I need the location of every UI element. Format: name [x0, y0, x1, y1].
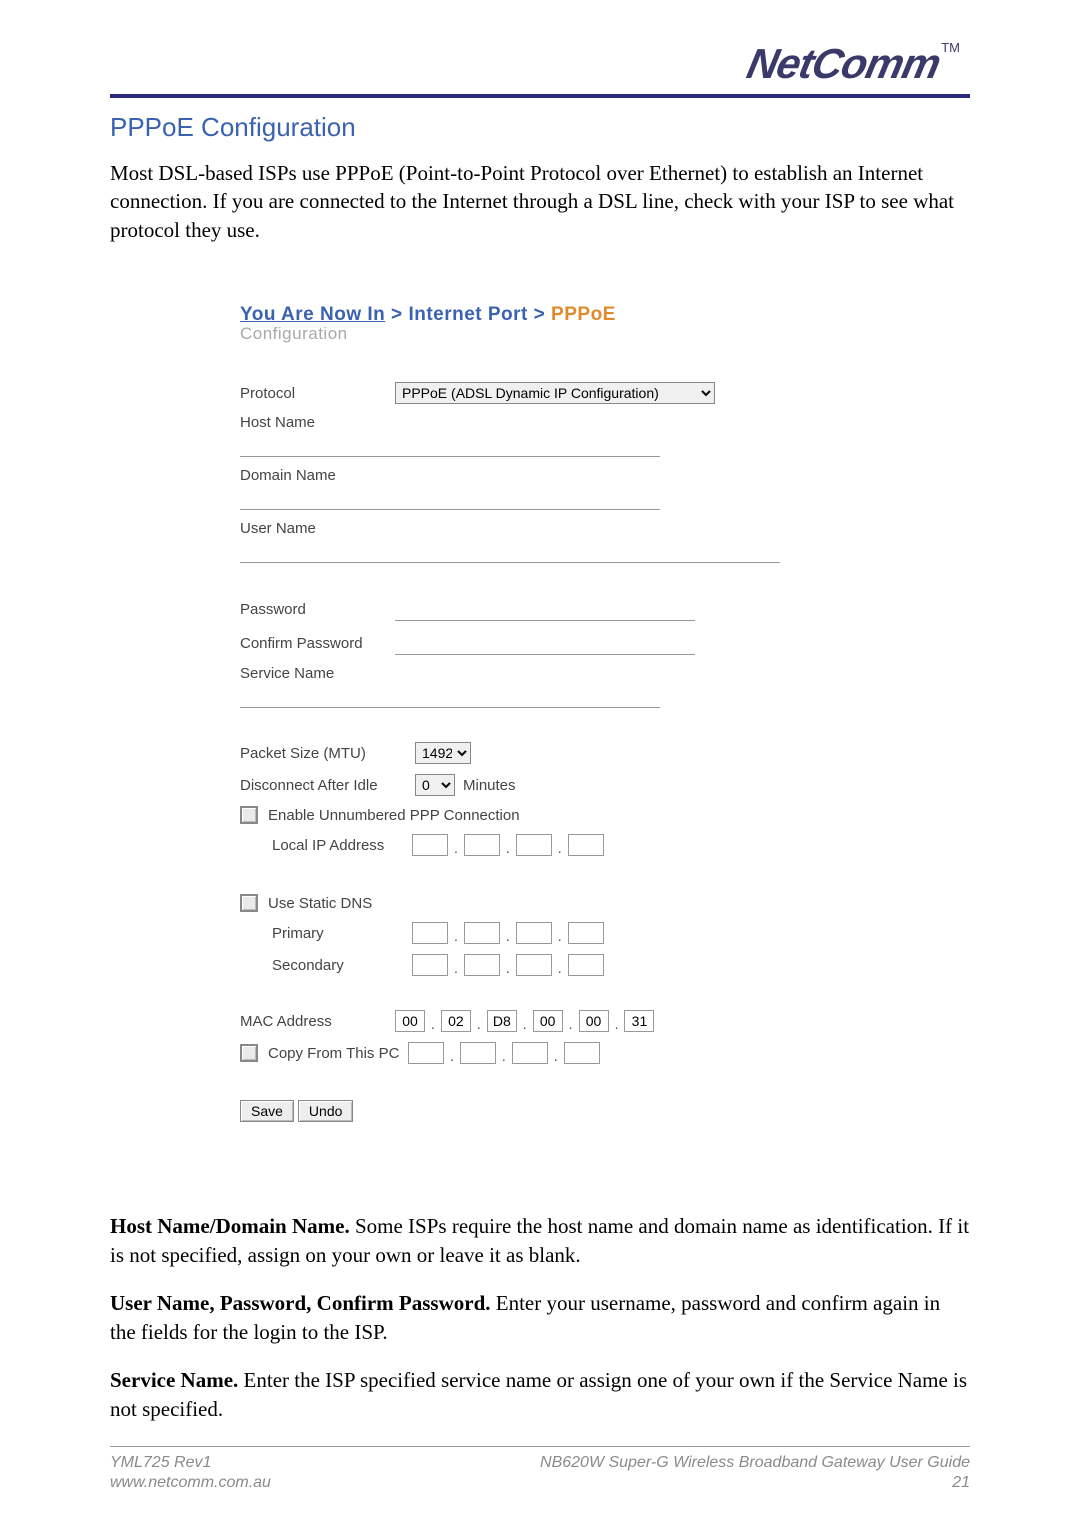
row-copy-pc: Copy From This PC . . .: [240, 1042, 800, 1064]
protocol-select[interactable]: PPPoE (ADSL Dynamic IP Configuration): [395, 382, 715, 404]
row-local-ip: Local IP Address . . .: [272, 834, 800, 856]
footer-page-number: 21: [540, 1473, 970, 1493]
brand-name: NetComm: [743, 40, 945, 88]
dns-primary-oct3[interactable]: [516, 922, 552, 944]
body-text: Host Name/Domain Name. Some ISPs require…: [110, 1212, 970, 1424]
local-ip-label: Local IP Address: [272, 837, 412, 854]
host-name-label: Host Name: [240, 414, 315, 431]
footer-url: www.netcomm.com.au: [110, 1473, 271, 1493]
use-static-dns-label: Use Static DNS: [268, 895, 372, 912]
row-static-dns: Use Static DNS: [240, 894, 800, 912]
password-input[interactable]: [395, 597, 695, 621]
enable-unnumbered-checkbox[interactable]: [240, 806, 258, 824]
mac-group: . . . . .: [395, 1010, 654, 1032]
copy-ip-group: . . .: [408, 1042, 600, 1064]
breadcrumb-part2: Internet Port: [408, 304, 527, 325]
dns-primary-oct1[interactable]: [412, 922, 448, 944]
mac-oct4[interactable]: [533, 1010, 563, 1032]
dns-primary-group: . . .: [412, 922, 604, 944]
domain-name-label: Domain Name: [240, 467, 336, 484]
host-name-input[interactable]: [240, 433, 660, 457]
dns-primary-oct4[interactable]: [568, 922, 604, 944]
page-footer: YML725 Rev1 www.netcomm.com.au NB620W Su…: [110, 1446, 970, 1493]
idle-label-pre: Disconnect After Idle: [240, 777, 415, 794]
confirm-password-label: Confirm Password: [240, 635, 395, 652]
idle-select[interactable]: 0: [415, 774, 455, 796]
user-name-input[interactable]: [240, 539, 780, 563]
dns-secondary-oct2[interactable]: [464, 954, 500, 976]
dns-primary-oct2[interactable]: [464, 922, 500, 944]
dns-secondary-oct3[interactable]: [516, 954, 552, 976]
header-divider: [110, 94, 970, 98]
mac-oct1[interactable]: [395, 1010, 425, 1032]
row-mac: MAC Address . . . . .: [240, 1010, 800, 1032]
brand-tm: TM: [941, 40, 960, 55]
row-protocol: Protocol PPPoE (ADSL Dynamic IP Configur…: [240, 382, 800, 404]
row-host-name: Host Name: [240, 414, 800, 457]
row-mtu: Packet Size (MTU) 1492: [240, 742, 800, 764]
row-service-name: Service Name: [240, 665, 800, 708]
protocol-label: Protocol: [240, 385, 395, 402]
row-password: Password: [240, 597, 800, 621]
row-idle: Disconnect After Idle 0 Minutes: [240, 774, 800, 796]
breadcrumb-sub: Configuration: [240, 324, 800, 344]
domain-name-input[interactable]: [240, 486, 660, 510]
footer-divider: [110, 1446, 970, 1447]
dns-secondary-oct4[interactable]: [568, 954, 604, 976]
row-domain-name: Domain Name: [240, 467, 800, 510]
intro-paragraph: Most DSL-based ISPs use PPPoE (Point-to-…: [110, 159, 970, 244]
copy-ip-oct1[interactable]: [408, 1042, 444, 1064]
mac-oct5[interactable]: [579, 1010, 609, 1032]
footer-rev: YML725 Rev1: [110, 1453, 271, 1473]
mtu-label: Packet Size (MTU): [240, 745, 415, 762]
row-unnumbered: Enable Unnumbered PPP Connection: [240, 806, 800, 824]
breadcrumb-active: PPPoE: [551, 304, 616, 325]
use-static-dns-checkbox[interactable]: [240, 894, 258, 912]
local-ip-group: . . .: [412, 834, 604, 856]
brand-logo: NetCommTM: [110, 40, 970, 88]
section-title: PPPoE Configuration: [110, 112, 970, 143]
enable-unnumbered-label: Enable Unnumbered PPP Connection: [268, 807, 520, 824]
undo-button[interactable]: Undo: [298, 1100, 353, 1122]
paragraph-service-name: Service Name. Enter the ISP specified se…: [110, 1366, 970, 1425]
mac-oct2[interactable]: [441, 1010, 471, 1032]
local-ip-oct2[interactable]: [464, 834, 500, 856]
breadcrumb-root[interactable]: You Are Now In: [240, 304, 385, 325]
service-name-label: Service Name: [240, 665, 334, 682]
copy-from-pc-label: Copy From This PC: [268, 1045, 408, 1062]
mac-oct6[interactable]: [624, 1010, 654, 1032]
user-name-label: User Name: [240, 520, 316, 537]
local-ip-oct3[interactable]: [516, 834, 552, 856]
config-panel: You Are Now In > Internet Port > PPPoE C…: [240, 304, 800, 1122]
copy-ip-oct4[interactable]: [564, 1042, 600, 1064]
paragraph-credentials: User Name, Password, Confirm Password. E…: [110, 1289, 970, 1348]
confirm-password-input[interactable]: [395, 631, 695, 655]
dns-secondary-oct1[interactable]: [412, 954, 448, 976]
dns-secondary-label: Secondary: [272, 957, 412, 974]
dns-primary-label: Primary: [272, 925, 412, 942]
breadcrumb: You Are Now In > Internet Port > PPPoE: [240, 304, 800, 326]
mac-label: MAC Address: [240, 1013, 395, 1030]
row-dns-primary: Primary . . .: [272, 922, 800, 944]
row-user-name: User Name: [240, 520, 800, 563]
paragraph-host-domain: Host Name/Domain Name. Some ISPs require…: [110, 1212, 970, 1271]
row-buttons: Save Undo: [240, 1100, 800, 1122]
local-ip-oct1[interactable]: [412, 834, 448, 856]
save-button[interactable]: Save: [240, 1100, 294, 1122]
footer-guide: NB620W Super-G Wireless Broadband Gatewa…: [540, 1453, 970, 1473]
row-confirm-password: Confirm Password: [240, 631, 800, 655]
copy-from-pc-checkbox[interactable]: [240, 1044, 258, 1062]
idle-label-post: Minutes: [463, 777, 516, 794]
mac-oct3[interactable]: [487, 1010, 517, 1032]
service-name-input[interactable]: [240, 684, 660, 708]
local-ip-oct4[interactable]: [568, 834, 604, 856]
password-label: Password: [240, 601, 395, 618]
mtu-select[interactable]: 1492: [415, 742, 471, 764]
dns-secondary-group: . . .: [412, 954, 604, 976]
copy-ip-oct3[interactable]: [512, 1042, 548, 1064]
copy-ip-oct2[interactable]: [460, 1042, 496, 1064]
row-dns-secondary: Secondary . . .: [272, 954, 800, 976]
